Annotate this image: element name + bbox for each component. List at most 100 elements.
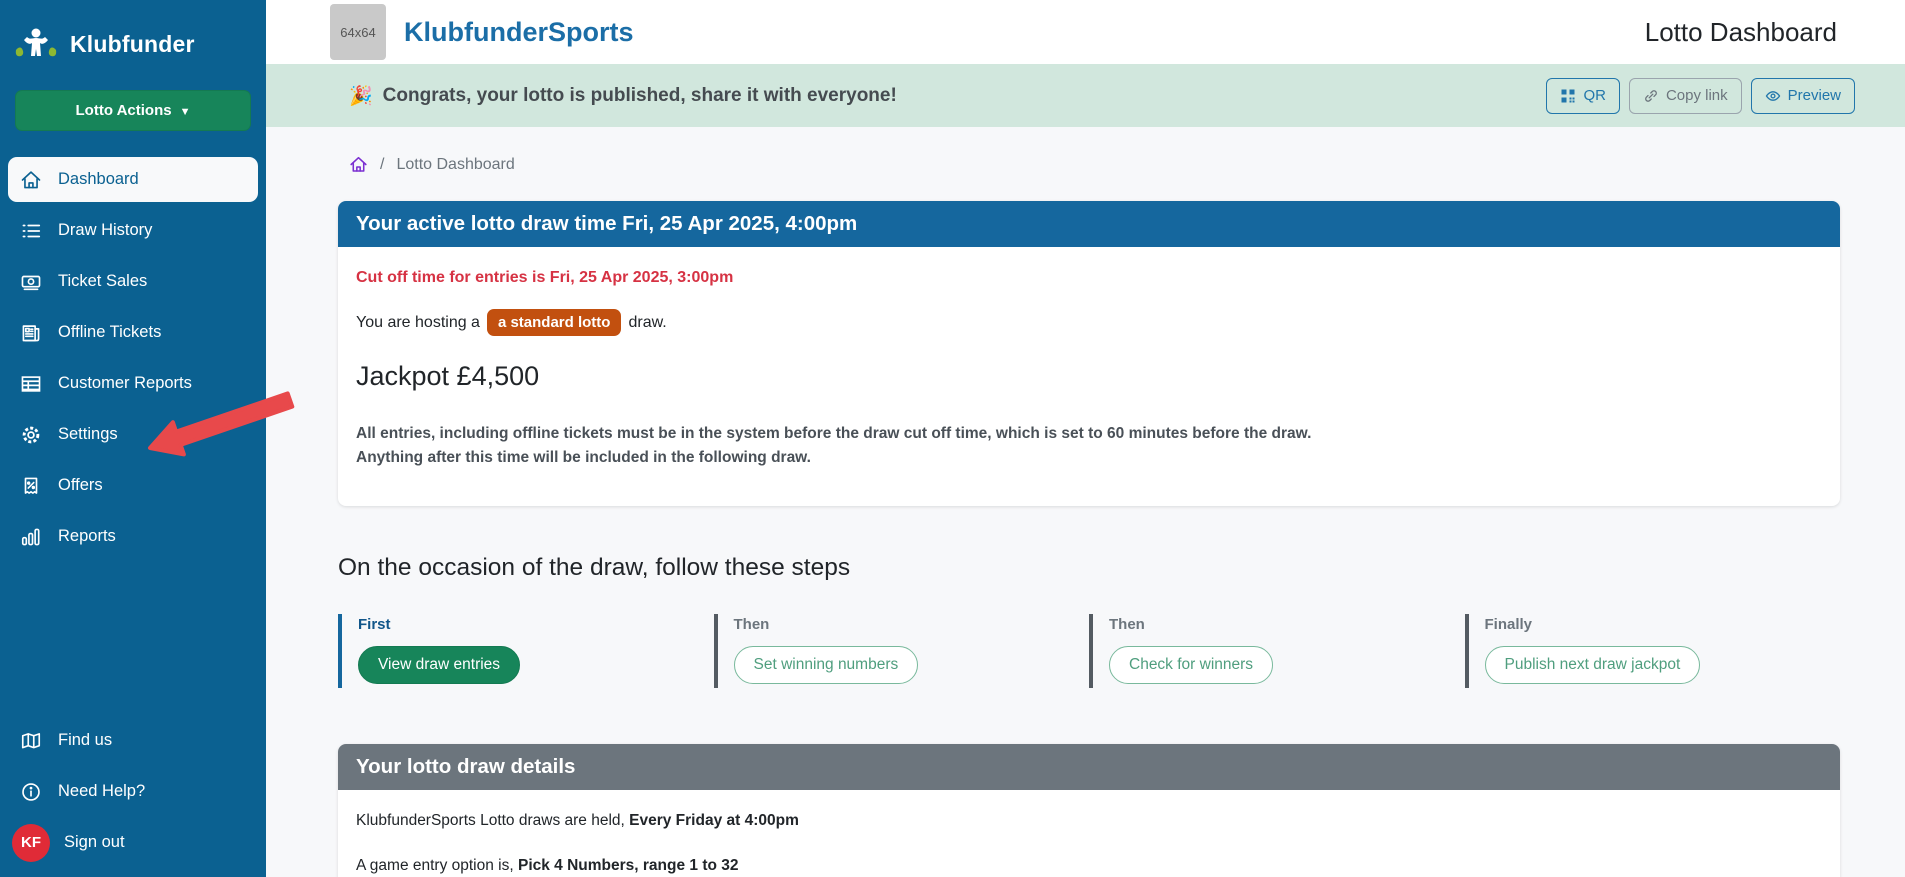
hosting-suffix: draw.	[628, 314, 666, 332]
active-draw-card-body: Cut off time for entries is Fri, 25 Apr …	[338, 247, 1840, 506]
preview-button[interactable]: Preview	[1751, 78, 1855, 114]
sidebar-item-label: Offers	[58, 476, 103, 495]
game-option-normal: A game entry option is,	[356, 857, 518, 874]
info-circle-icon	[20, 781, 42, 803]
steps-heading: On the occasion of the draw, follow thes…	[338, 554, 1840, 582]
chevron-down-icon: ▼	[180, 106, 191, 118]
sidebar-item-need-help[interactable]: Need Help?	[8, 769, 258, 814]
table-icon	[20, 373, 42, 395]
sidebar-item-label: Ticket Sales	[58, 272, 147, 291]
breadcrumb: / Lotto Dashboard	[349, 155, 1840, 174]
step-then-1: Then Set winning numbers	[714, 614, 1090, 688]
lotto-actions-label: Lotto Actions	[76, 102, 172, 119]
draw-details-card: Your lotto draw details KlubfunderSports…	[338, 744, 1840, 877]
step-then-2: Then Check for winners	[1089, 614, 1465, 688]
set-winning-numbers-button[interactable]: Set winning numbers	[734, 646, 919, 684]
active-draw-card-title: Your active lotto draw time Fri, 25 Apr …	[338, 201, 1840, 247]
hosting-prefix: You are hosting a	[356, 314, 480, 332]
page-title: Lotto Dashboard	[1645, 17, 1837, 48]
sidebar-item-customer-reports[interactable]: Customer Reports	[8, 361, 258, 406]
gear-icon	[20, 424, 42, 446]
klubfunder-logo-icon	[14, 26, 58, 62]
draw-schedule-bold: Every Friday at 4:00pm	[629, 812, 799, 829]
club-name-link[interactable]: KlubfunderSports	[404, 17, 634, 48]
step-finally: Finally Publish next draw jackpot	[1465, 614, 1841, 688]
receipt-percent-icon	[20, 475, 42, 497]
sidebar-item-offline-tickets[interactable]: Offline Tickets	[8, 310, 258, 355]
sidebar-item-label: Customer Reports	[58, 374, 192, 393]
sidebar-item-label: Draw History	[58, 221, 152, 240]
hosting-line: You are hosting a a standard lotto draw.	[356, 309, 1822, 336]
main-area: 64x64 KlubfunderSports Lotto Dashboard 🎉…	[266, 0, 1905, 877]
step-label: Then	[734, 616, 1080, 633]
banner-message: 🎉 Congrats, your lotto is published, sha…	[349, 84, 897, 108]
steps-row: First View draw entries Then Set winning…	[338, 614, 1840, 688]
breadcrumb-separator: /	[380, 156, 384, 174]
sign-out-label: Sign out	[64, 833, 125, 852]
qr-button-label: QR	[1583, 87, 1606, 104]
step-label: First	[358, 616, 704, 633]
draw-schedule-normal: KlubfunderSports Lotto draws are held,	[356, 812, 629, 829]
qr-button[interactable]: QR	[1546, 78, 1620, 114]
sidebar-item-reports[interactable]: Reports	[8, 514, 258, 559]
sidebar-footer: Find us Need Help? KF Sign out	[0, 718, 266, 877]
copy-link-button[interactable]: Copy link	[1629, 78, 1742, 114]
club-logo-placeholder: 64x64	[330, 4, 386, 60]
draw-schedule-line: KlubfunderSports Lotto draws are held, E…	[356, 812, 1822, 830]
qr-code-icon	[1560, 88, 1576, 104]
newspaper-icon	[20, 322, 42, 344]
sidebar-item-label: Reports	[58, 527, 116, 546]
sidebar: Klubfunder Lotto Actions ▼ Dashboard Dra…	[0, 0, 266, 877]
published-banner: 🎉 Congrats, your lotto is published, sha…	[266, 64, 1905, 127]
lotto-actions-button[interactable]: Lotto Actions ▼	[15, 90, 251, 131]
breadcrumb-current: Lotto Dashboard	[396, 156, 514, 174]
draw-details-body: KlubfunderSports Lotto draws are held, E…	[338, 790, 1840, 877]
top-header: 64x64 KlubfunderSports Lotto Dashboard	[266, 0, 1905, 64]
link-icon	[1643, 88, 1659, 104]
sidebar-item-sign-out[interactable]: KF Sign out	[8, 820, 258, 865]
sidebar-item-label: Need Help?	[58, 782, 145, 801]
brand-name: Klubfunder	[70, 31, 195, 58]
eye-icon	[1765, 88, 1781, 104]
sidebar-item-label: Find us	[58, 731, 112, 750]
cutoff-info-text: All entries, including offline tickets m…	[356, 422, 1822, 470]
cutoff-notice: Cut off time for entries is Fri, 25 Apr …	[356, 269, 1822, 287]
sidebar-item-ticket-sales[interactable]: Ticket Sales	[8, 259, 258, 304]
copy-link-button-label: Copy link	[1666, 87, 1728, 104]
cash-icon	[20, 271, 42, 293]
sidebar-item-settings[interactable]: Settings	[8, 412, 258, 457]
active-draw-card: Your active lotto draw time Fri, 25 Apr …	[338, 201, 1840, 506]
draw-details-card-title: Your lotto draw details	[338, 744, 1840, 790]
sidebar-item-find-us[interactable]: Find us	[8, 718, 258, 763]
publish-next-draw-jackpot-button[interactable]: Publish next draw jackpot	[1485, 646, 1701, 684]
bar-chart-icon	[20, 526, 42, 548]
view-draw-entries-button[interactable]: View draw entries	[358, 646, 520, 684]
preview-button-label: Preview	[1788, 87, 1841, 104]
list-icon	[20, 220, 42, 242]
banner-buttons: QR Copy link Preview	[1546, 78, 1855, 114]
page-content: / Lotto Dashboard Your active lotto draw…	[266, 127, 1905, 877]
step-label: Finally	[1485, 616, 1831, 633]
home-icon	[20, 169, 42, 191]
step-first: First View draw entries	[338, 614, 714, 688]
sidebar-nav: Dashboard Draw History Ticket Sales Offl…	[0, 157, 266, 565]
sidebar-item-offers[interactable]: Offers	[8, 463, 258, 508]
cutoff-info-line1: All entries, including offline tickets m…	[356, 422, 1822, 446]
sidebar-item-draw-history[interactable]: Draw History	[8, 208, 258, 253]
game-option-line: A game entry option is, Pick 4 Numbers, …	[356, 857, 1822, 875]
map-icon	[20, 730, 42, 752]
cutoff-info-line2: Anything after this time will be include…	[356, 446, 1822, 470]
sidebar-item-label: Dashboard	[58, 170, 139, 189]
brand: Klubfunder	[0, 0, 266, 72]
home-icon[interactable]	[349, 155, 368, 174]
avatar: KF	[12, 824, 50, 862]
lotto-type-badge: a standard lotto	[487, 309, 622, 336]
check-for-winners-button[interactable]: Check for winners	[1109, 646, 1273, 684]
jackpot-amount: Jackpot £4,500	[356, 361, 1822, 392]
sidebar-item-label: Settings	[58, 425, 118, 444]
banner-text: Congrats, your lotto is published, share…	[383, 85, 897, 107]
sidebar-item-dashboard[interactable]: Dashboard	[8, 157, 258, 202]
game-option-bold: Pick 4 Numbers, range 1 to 32	[518, 857, 739, 874]
sidebar-item-label: Offline Tickets	[58, 323, 161, 342]
step-label: Then	[1109, 616, 1455, 633]
